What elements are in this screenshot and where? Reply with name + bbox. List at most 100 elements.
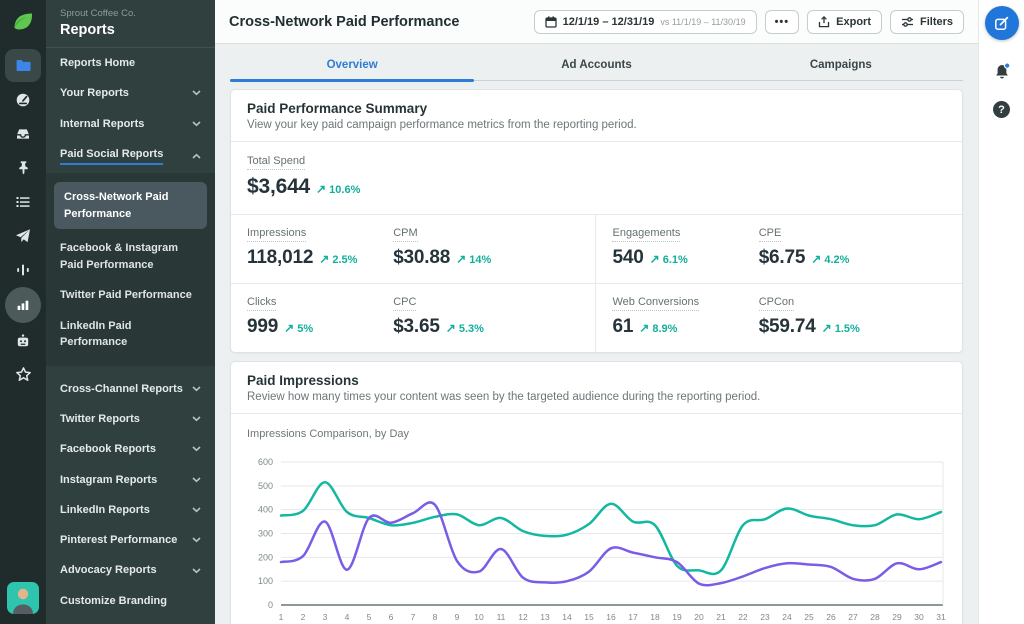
svg-text:24: 24: [782, 612, 792, 622]
metric-delta: ↗ 1.5%: [821, 321, 860, 335]
sidebar-item-internal-reports[interactable]: Internal Reports: [46, 109, 215, 139]
sidebar-item-twitter-paid[interactable]: Twitter Paid Performance: [54, 280, 207, 311]
tab-ad-accounts[interactable]: Ad Accounts: [474, 50, 718, 80]
sidebar-item-label: Instagram Reports: [60, 473, 158, 486]
svg-text:21: 21: [716, 612, 726, 622]
metric-label[interactable]: CPCon: [758, 296, 795, 311]
rail-dashboard-button[interactable]: [5, 83, 41, 116]
metric-label-total-spend[interactable]: Total Spend: [247, 155, 306, 170]
filters-button[interactable]: Filters: [889, 9, 964, 34]
rail-inbox-button[interactable]: [5, 117, 41, 150]
help-button[interactable]: ?: [993, 101, 1010, 118]
sidebar-item-linkedin-paid[interactable]: LinkedIn Paid Performance: [54, 311, 207, 358]
sidebar-item-pinterest-performance[interactable]: Pinterest Performance: [46, 525, 215, 555]
sidebar-item-advocacy-reports[interactable]: Advocacy Reports: [46, 555, 215, 585]
sidebar-item-cross-network-paid[interactable]: Cross-Network Paid Performance: [54, 182, 207, 230]
sidebar-item-paid-social-reports[interactable]: Paid Social Reports: [46, 139, 215, 173]
rail-send-button[interactable]: [5, 219, 41, 252]
sidebar-item-customize-branding[interactable]: Customize Branding: [46, 586, 215, 616]
ellipsis-icon: •••: [774, 15, 790, 28]
rail-automation-button[interactable]: [5, 324, 41, 357]
svg-text:31: 31: [936, 612, 946, 622]
metric-label[interactable]: Engagements: [612, 227, 681, 242]
metric-value: $3.65: [393, 316, 440, 337]
metric-label[interactable]: Web Conversions: [612, 296, 700, 311]
metric-label[interactable]: CPC: [393, 296, 417, 311]
main-panel: Cross-Network Paid Performance 12/1/19 –…: [215, 0, 978, 624]
impressions-title: Paid Impressions: [247, 373, 359, 388]
bar-chart-icon: [17, 300, 29, 310]
svg-text:29: 29: [892, 612, 902, 622]
more-options-button[interactable]: •••: [764, 9, 800, 34]
impressions-subtitle: Review how many times your content was s…: [247, 391, 761, 403]
chart-line-teal-line: [279, 481, 943, 576]
compose-button[interactable]: [984, 6, 1019, 40]
sprout-logo-icon[interactable]: [8, 7, 38, 37]
compare-range-value: vs 11/1/19 – 11/30/19: [660, 16, 746, 27]
svg-text:200: 200: [258, 552, 273, 562]
tab-overview[interactable]: Overview: [230, 50, 475, 82]
rail-feeds-button[interactable]: [5, 185, 41, 218]
metric-cpe: CPE $6.75 ↗ 4.2%: [743, 215, 962, 283]
chevron-down-icon: [192, 386, 201, 392]
svg-text:15: 15: [584, 612, 594, 622]
sidebar-item-label: Paid Social Reports: [60, 147, 164, 166]
metric-engagements: Engagements 540 ↗ 6.1%: [596, 215, 742, 283]
svg-text:26: 26: [826, 612, 836, 622]
metric-delta: ↗ 14%: [456, 252, 492, 266]
svg-text:300: 300: [258, 529, 273, 539]
chevron-up-icon: [192, 153, 201, 159]
sidebar-item-fb-ig-paid[interactable]: Facebook & Instagram Paid Performance: [54, 233, 207, 280]
svg-text:10: 10: [474, 612, 484, 622]
rail-listening-button[interactable]: [5, 253, 41, 286]
metric-label[interactable]: CPE: [758, 227, 782, 242]
trend-up-icon: ↗: [445, 321, 456, 335]
chevron-down-icon: [192, 568, 201, 574]
sidebar-item-facebook-reports[interactable]: Facebook Reports: [46, 434, 215, 464]
svg-text:2: 2: [301, 612, 306, 622]
metric-value: 540: [612, 247, 644, 268]
filters-label: Filters: [919, 15, 953, 28]
bell-icon: [995, 62, 1010, 79]
trend-up-icon: ↗: [821, 321, 832, 335]
metric-delta: ↗ 8.9%: [639, 321, 678, 335]
svg-text:500: 500: [258, 481, 273, 491]
metric-cpcon: CPCon $59.74 ↗ 1.5%: [743, 284, 962, 352]
tab-campaigns[interactable]: Campaigns: [719, 50, 963, 80]
metric-value: 999: [247, 316, 279, 337]
svg-text:19: 19: [672, 612, 682, 622]
account-name: Sprout Coffee Co.: [60, 8, 136, 19]
compose-icon: [995, 16, 1009, 30]
sidebar-header: Sprout Coffee Co. Reports: [46, 0, 215, 48]
folder-icon: [16, 59, 31, 72]
reports-sidebar: Sprout Coffee Co. Reports Reports Home Y…: [46, 0, 215, 624]
svg-text:25: 25: [804, 612, 814, 622]
paid-impressions-card: Paid Impressions Review how many times y…: [230, 361, 963, 624]
inbox-icon: [17, 128, 29, 139]
user-avatar[interactable]: [7, 582, 39, 614]
metric-label[interactable]: Clicks: [247, 296, 277, 311]
metric-web-conversions: Web Conversions 61 ↗ 8.9%: [596, 284, 742, 352]
app-icon-rail: [0, 0, 46, 624]
sidebar-item-twitter-reports[interactable]: Twitter Reports: [46, 404, 215, 434]
trend-up-icon: ↗: [811, 252, 822, 266]
metric-label[interactable]: CPM: [393, 227, 418, 242]
date-range-button[interactable]: 12/1/19 – 12/31/19 vs 11/1/19 – 11/30/19: [533, 9, 757, 34]
sidebar-item-your-reports[interactable]: Your Reports: [46, 78, 215, 108]
sidebar-item-linkedin-reports[interactable]: LinkedIn Reports: [46, 495, 215, 525]
svg-text:6: 6: [389, 612, 394, 622]
export-button[interactable]: Export: [807, 9, 882, 34]
help-icon: ?: [998, 103, 1005, 116]
metric-value: $30.88: [393, 247, 451, 268]
rail-publishing-button[interactable]: [5, 151, 41, 184]
sidebar-item-instagram-reports[interactable]: Instagram Reports: [46, 465, 215, 495]
metric-label[interactable]: Impressions: [247, 227, 307, 242]
rail-advocacy-button[interactable]: [5, 358, 41, 391]
rail-reports-button[interactable]: [5, 287, 41, 323]
rail-folder-button[interactable]: [5, 49, 41, 82]
sidebar-item-reports-home[interactable]: Reports Home: [46, 48, 215, 78]
sidebar-item-label: Twitter Reports: [60, 412, 140, 425]
notifications-button[interactable]: [993, 62, 1011, 85]
sidebar-item-cross-channel-reports[interactable]: Cross-Channel Reports: [46, 374, 215, 404]
svg-text:9: 9: [455, 612, 460, 622]
